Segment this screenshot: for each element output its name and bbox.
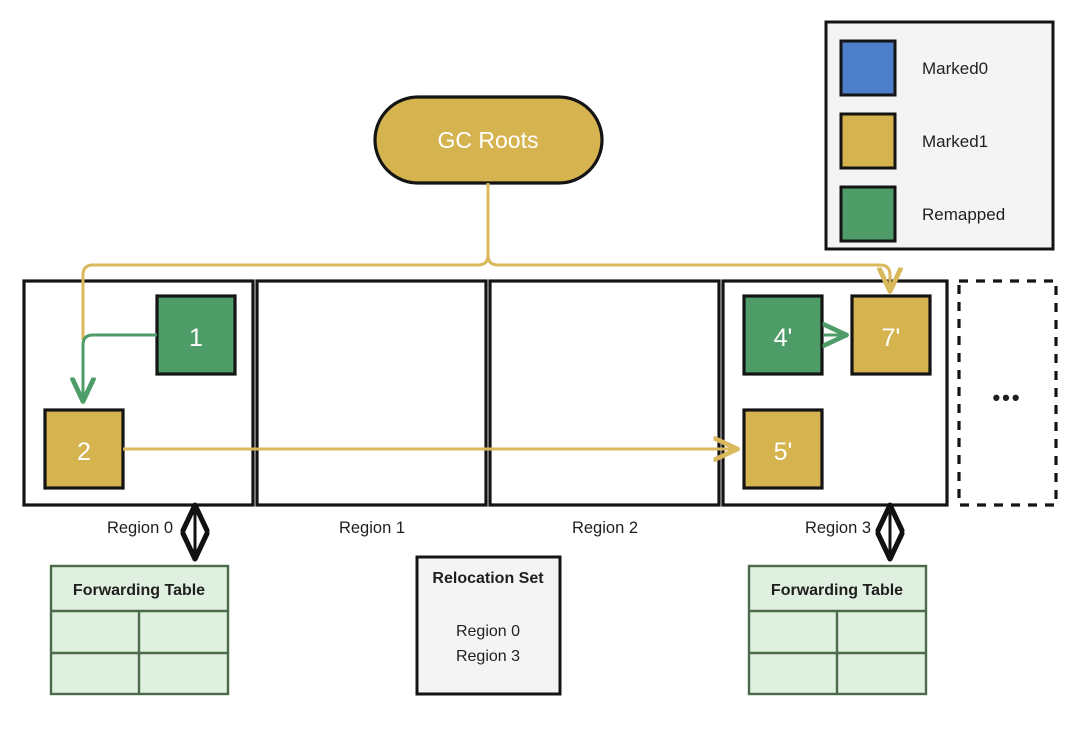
forwarding-table-3-cell-r0c1[interactable] — [839, 613, 924, 651]
legend-label-remapped: Remapped — [922, 205, 1005, 224]
region-label-0: Region 0 — [107, 519, 173, 537]
relocation-set-item-1: Region 3 — [456, 648, 520, 665]
region-label-1: Region 1 — [339, 519, 405, 537]
region-label-3: Region 3 — [805, 519, 871, 537]
region-more-ellipsis: ••• — [992, 385, 1021, 410]
object-5prime[interactable]: 5' — [742, 408, 824, 490]
object-7prime-label: 7' — [882, 324, 901, 352]
object-4prime-label: 4' — [774, 324, 793, 352]
object-7prime[interactable]: 7' — [850, 294, 932, 376]
legend-swatch-remapped — [839, 185, 897, 243]
region-box-2[interactable] — [488, 279, 721, 507]
object-1-label: 1 — [189, 324, 203, 352]
region-label-2: Region 2 — [572, 519, 638, 537]
relocation-set-item-0: Region 0 — [456, 623, 520, 640]
edge-gcroots-trunk — [477, 183, 499, 267]
relocation-set-box[interactable]: Relocation Set Region 0 Region 3 — [415, 555, 562, 696]
legend-label-marked1: Marked1 — [922, 132, 988, 151]
diagram-canvas: 1 2 4' 7' 5' ••• GC Roots Region 0 Regio… — [0, 0, 1080, 730]
object-1[interactable]: 1 — [155, 294, 237, 376]
forwarding-table-3-cell-r1c1[interactable] — [839, 655, 924, 692]
forwarding-table-3-header: Forwarding Table — [771, 582, 903, 599]
forwarding-table-3-cell-r1c0[interactable] — [751, 655, 835, 692]
region-box-1[interactable] — [255, 279, 488, 507]
forwarding-table-region-3[interactable]: Forwarding Table — [747, 564, 928, 696]
forwarding-table-0-cell-r1c1[interactable] — [141, 655, 226, 692]
forwarding-table-0-cell-r0c1[interactable] — [141, 613, 226, 651]
diagram-svg: 1 2 4' 7' 5' ••• GC Roots Region 0 Regio… — [22, 20, 1058, 696]
legend-swatch-marked1 — [839, 112, 897, 170]
object-2[interactable]: 2 — [43, 408, 125, 490]
legend: Marked0 Marked1 Remapped — [824, 20, 1055, 251]
forwarding-table-0-header: Forwarding Table — [73, 582, 205, 599]
object-2-label: 2 — [77, 438, 91, 466]
forwarding-table-3-cell-r0c0[interactable] — [751, 613, 835, 651]
object-5prime-label: 5' — [774, 438, 793, 466]
forwarding-table-0-cell-r1c0[interactable] — [53, 655, 137, 692]
forwarding-table-region-0[interactable]: Forwarding Table — [49, 564, 230, 696]
legend-swatch-marked0 — [839, 39, 897, 97]
forwarding-table-0-cell-r0c0[interactable] — [53, 613, 137, 651]
gc-roots-node[interactable]: GC Roots — [373, 95, 604, 185]
object-4prime[interactable]: 4' — [742, 294, 824, 376]
legend-label-marked0: Marked0 — [922, 59, 988, 78]
relocation-set-header: Relocation Set — [432, 570, 544, 587]
gc-roots-label: GC Roots — [438, 127, 539, 153]
